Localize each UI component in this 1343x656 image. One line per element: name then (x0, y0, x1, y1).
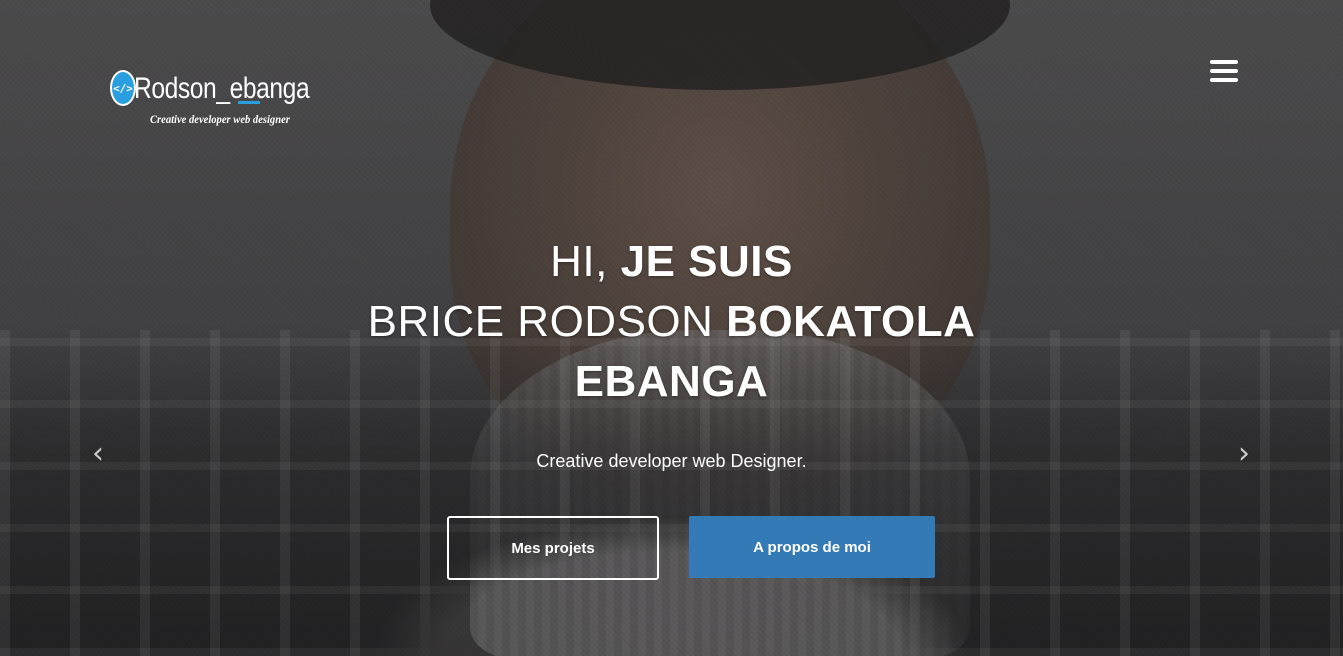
name-bold-first: BOKATOLA (726, 297, 976, 346)
chevron-right-icon[interactable]: › (1238, 436, 1250, 472)
site-logo[interactable]: </> Rodson_ebanga Creative developer web… (110, 70, 340, 130)
headline-line-2: BRICE RODSON BOKATOLA (0, 292, 1343, 352)
logo-underline (238, 101, 260, 104)
logo-tagline: Creative developer web designer (150, 112, 290, 126)
headline-line-3: EBANGA (0, 352, 1343, 412)
chevron-left-icon[interactable]: ‹ (92, 436, 104, 472)
name-light: BRICE RODSON (367, 297, 727, 346)
greeting-light: HI, (550, 237, 621, 286)
menu-bar (1210, 78, 1238, 82)
code-badge-icon: </> (110, 70, 136, 106)
name-bold-second: EBANGA (574, 357, 769, 406)
logo-name: Rodson_ebanga (134, 72, 310, 105)
hero-section: </> Rodson_ebanga Creative developer web… (0, 0, 1343, 656)
headline-line-1: HI, JE SUIS (0, 232, 1343, 292)
menu-bar (1210, 69, 1238, 73)
greeting-bold: JE SUIS (620, 237, 793, 286)
hero-headline: HI, JE SUIS BRICE RODSON BOKATOLA EBANGA (0, 232, 1343, 412)
projects-button[interactable]: Mes projets (447, 516, 659, 580)
hero-subtitle: Creative developer web Designer. (536, 451, 807, 471)
hamburger-menu-icon[interactable] (1208, 58, 1240, 84)
about-me-button[interactable]: A propos de moi (689, 516, 935, 578)
menu-bar (1210, 60, 1238, 64)
